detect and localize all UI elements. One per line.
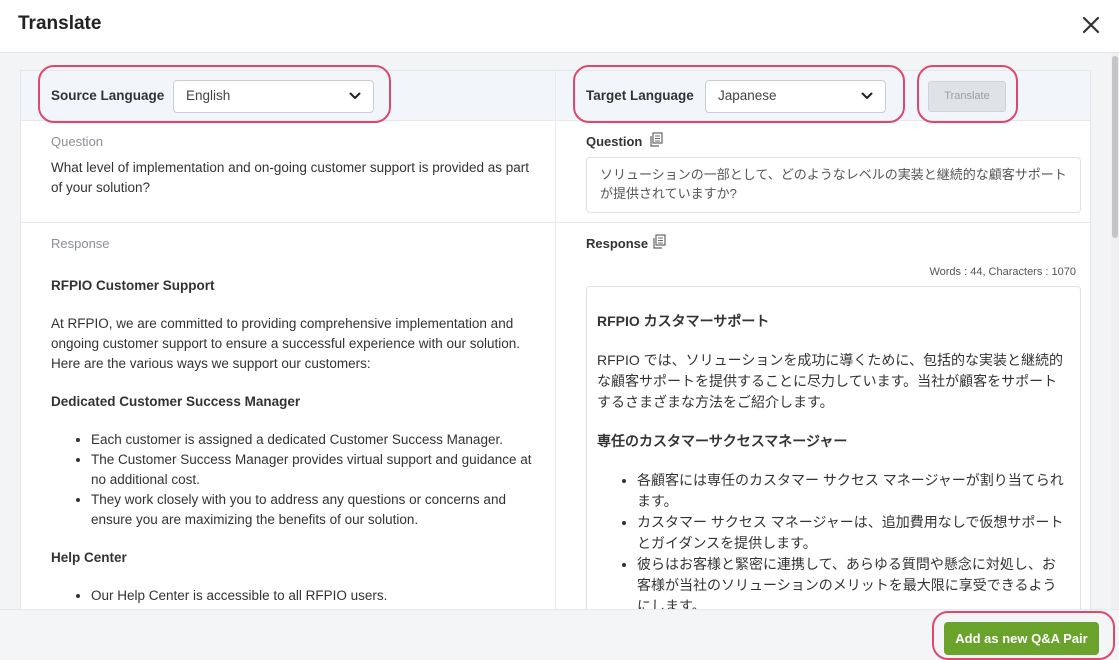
column-divider (555, 71, 556, 609)
row-divider (21, 222, 1090, 223)
scrollbar-thumb[interactable] (1112, 56, 1118, 238)
modal-title: Translate (18, 13, 102, 34)
chevron-down-icon (349, 92, 361, 99)
list-item: The Customer Success Manager provides vi… (91, 450, 543, 490)
list-item: 各顧客には専任のカスタマー サクセス マネージャーが割り当てられます。 (637, 470, 1068, 512)
modal-header: Translate (0, 0, 1119, 53)
chevron-down-icon (861, 92, 873, 99)
response-text-source: RFPIO Customer Support At RFPIO, we are … (51, 276, 543, 609)
response-label-target: Response (586, 236, 649, 251)
target-language-value: Japanese (718, 88, 777, 103)
response-heading: 専任のカスタマーサクセスマネージャー (597, 433, 848, 449)
translate-button[interactable]: Translate (928, 81, 1006, 112)
add-qa-pair-button[interactable]: Add as new Q&A Pair (944, 622, 1099, 655)
target-language-select[interactable]: Japanese (705, 80, 886, 113)
source-language-select[interactable]: English (173, 80, 374, 113)
copy-icon[interactable] (652, 234, 666, 249)
list-item: They work closely with you to address an… (91, 490, 543, 530)
source-language-value: English (186, 88, 231, 103)
list-item: Our Help Center is accessible to all RFP… (91, 586, 543, 606)
close-button[interactable] (1080, 14, 1102, 36)
response-paragraph: At RFPIO, we are committed to providing … (51, 316, 521, 371)
list-item: 彼らはお客様と緊密に連携して、あらゆる質問や懸念に対処し、お客様が当社のソリュー… (637, 554, 1068, 609)
list-item: Each customer is assigned a dedicated Cu… (91, 430, 543, 450)
question-label-target: Question (586, 134, 643, 149)
modal-body: Source Language English Target Language … (0, 53, 1119, 609)
response-heading: RFPIO カスタマーサポート (597, 313, 770, 329)
close-icon (1082, 16, 1100, 34)
modal-footer: Add as new Q&A Pair (0, 609, 1119, 660)
word-character-count: Words : 44, Characters : 1070 (929, 266, 1076, 278)
source-language-label: Source Language (51, 88, 165, 103)
response-list: 各顧客には専任のカスタマー サクセス マネージャーが割り当てられます。 カスタマ… (637, 470, 1068, 609)
copy-icon[interactable] (649, 132, 663, 147)
question-text-source: What level of implementation and on-goin… (51, 160, 530, 195)
response-list: Our Help Center is accessible to all RFP… (91, 586, 543, 606)
translate-panel: Source Language English Target Language … (20, 70, 1091, 609)
response-label-source: Response (51, 236, 110, 251)
question-label-source: Question (51, 134, 104, 149)
target-language-label: Target Language (586, 88, 694, 103)
response-list: Each customer is assigned a dedicated Cu… (91, 430, 543, 530)
response-heading: Help Center (51, 550, 127, 565)
response-heading: RFPIO Customer Support (51, 278, 215, 293)
question-input-target[interactable]: ソリューションの一部として、どのようなレベルの実装と継続的な顧客サポートが提供さ… (586, 157, 1081, 213)
response-editor-target[interactable]: RFPIO カスタマーサポート RFPIO では、ソリューションを成功に導くため… (586, 286, 1081, 609)
response-paragraph: RFPIO では、ソリューションを成功に導くために、包括的な実装と継続的な顧客サ… (597, 352, 1063, 410)
response-heading: Dedicated Customer Success Manager (51, 394, 301, 409)
list-item: カスタマー サクセス マネージャーは、追加費用なしで仮想サポートとガイダンスを提… (637, 512, 1068, 554)
